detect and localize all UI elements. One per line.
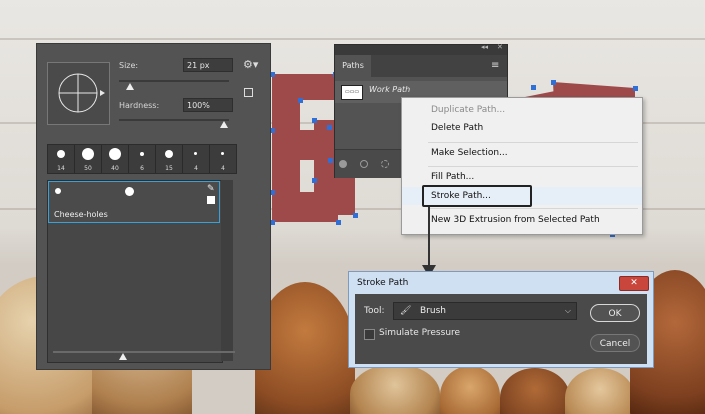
- path-name-label: Work Path: [369, 85, 411, 94]
- thumbnail-size-knob[interactable]: [119, 353, 127, 360]
- hardness-field[interactable]: 100%: [183, 98, 233, 112]
- dialog-title: Stroke Path: [357, 278, 409, 288]
- tab-paths[interactable]: Paths: [335, 55, 371, 77]
- brush-dot: [125, 187, 134, 196]
- fill-path-icon[interactable]: [339, 160, 347, 168]
- load-selection-icon[interactable]: [381, 160, 389, 168]
- simulate-pressure-label: Simulate Pressure: [379, 328, 461, 338]
- menu-separator: [428, 166, 638, 167]
- menu-separator: [428, 142, 638, 143]
- menu-separator: [428, 208, 638, 209]
- menu-item-new-3d-extrusion[interactable]: New 3D Extrusion from Selected Path: [402, 211, 642, 229]
- tool-select-value: Brush: [420, 306, 446, 316]
- callout-arrow-line: [428, 207, 430, 267]
- preset-tile[interactable]: 14: [48, 145, 75, 173]
- preset-tile[interactable]: 4: [183, 145, 210, 173]
- dialog-body: Tool: 🖌 Brush ⌵ Simulate Pressure OK Can…: [355, 294, 647, 364]
- tool-select[interactable]: 🖌 Brush ⌵: [393, 302, 577, 320]
- size-field[interactable]: 21 px: [183, 58, 233, 72]
- brush-icon: 🖌: [400, 306, 412, 316]
- gear-icon[interactable]: ⚙▾: [243, 58, 258, 71]
- stroke-path-dialog: Stroke Path ✕ Tool: 🖌 Brush ⌵ Simulate P…: [348, 271, 654, 368]
- hardness-slider-track[interactable]: [119, 119, 229, 121]
- brush-angle-icon: [58, 73, 105, 113]
- brush-item-label: Cheese-holes: [54, 210, 108, 219]
- color-swatch-icon: [207, 196, 215, 204]
- menu-item-make-selection[interactable]: Make Selection...: [402, 144, 642, 162]
- panel-menu-icon[interactable]: ≡: [491, 60, 499, 71]
- simulate-pressure-checkbox[interactable]: [364, 329, 375, 340]
- hardness-label: Hardness:: [119, 101, 160, 110]
- preset-tile[interactable]: 15: [156, 145, 183, 173]
- brush-preset-strip: 14 50 40 6 15 4 4: [47, 144, 237, 174]
- size-slider-track[interactable]: [119, 80, 229, 82]
- highlight-box: [422, 185, 532, 207]
- thumbnail-size-slider[interactable]: [53, 351, 235, 353]
- menu-item-fill-path[interactable]: Fill Path...: [402, 168, 642, 186]
- preset-tile[interactable]: 4: [210, 145, 236, 173]
- brush-list-scrollbar[interactable]: [221, 180, 233, 361]
- stroke-path-icon[interactable]: [360, 160, 368, 168]
- chevron-down-icon: ⌵: [564, 306, 571, 315]
- brush-list: Cheese-holes ✎: [47, 180, 223, 363]
- path-context-menu: Duplicate Path... Delete Path Make Selec…: [401, 97, 643, 235]
- brush-item-cheese-holes[interactable]: Cheese-holes ✎: [48, 181, 220, 223]
- collapse-icon[interactable]: ◂◂: [481, 43, 488, 51]
- ok-button[interactable]: OK: [590, 304, 640, 322]
- panel-top-bar: ◂◂ ✕: [335, 43, 507, 55]
- close-icon[interactable]: ✕: [619, 276, 649, 291]
- brush-preset-panel: Size: 21 px Hardness: 100% ⚙▾ 14 50 40 6…: [36, 43, 271, 370]
- new-preset-icon[interactable]: [244, 88, 253, 97]
- brush-angle-preview[interactable]: [47, 62, 110, 125]
- preset-tile[interactable]: 40: [102, 145, 129, 173]
- hardness-slider-knob[interactable]: [220, 121, 228, 128]
- brush-icon: ✎: [207, 184, 215, 194]
- menu-item-duplicate-path[interactable]: Duplicate Path...: [402, 101, 642, 119]
- preset-tile[interactable]: 50: [75, 145, 102, 173]
- brush-dot: [55, 188, 61, 194]
- cancel-button[interactable]: Cancel: [590, 334, 640, 352]
- tool-label: Tool:: [364, 306, 385, 316]
- size-label: Size:: [119, 61, 139, 70]
- size-slider-knob[interactable]: [126, 83, 134, 90]
- menu-item-delete-path[interactable]: Delete Path: [402, 119, 642, 137]
- preset-tile[interactable]: 6: [129, 145, 156, 173]
- path-thumbnail-icon: ▭▭▭: [341, 85, 363, 100]
- paths-tab-bar: Paths ≡: [335, 55, 507, 77]
- close-panel-icon[interactable]: ✕: [497, 43, 503, 51]
